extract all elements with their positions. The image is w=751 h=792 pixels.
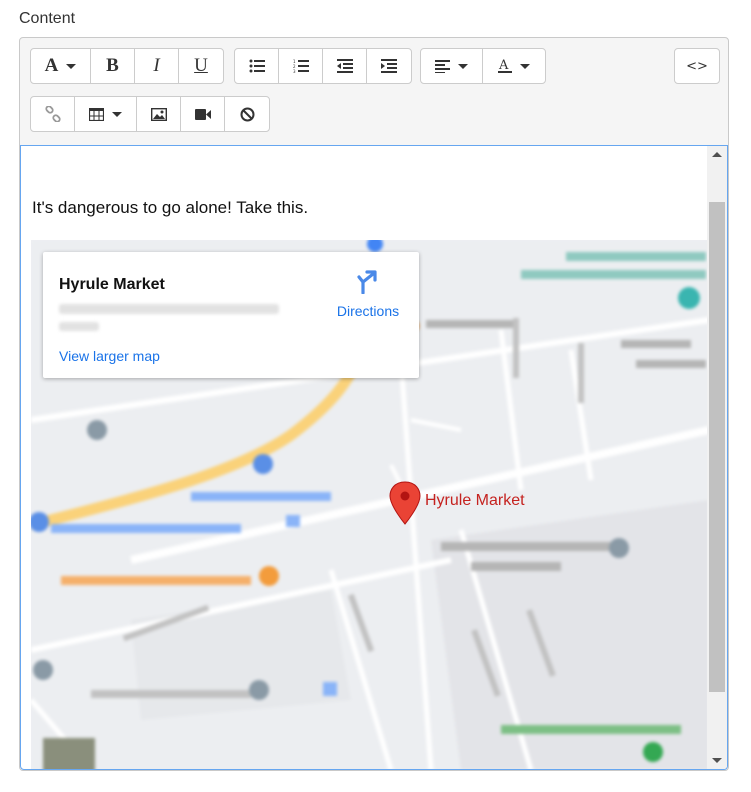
- outdent-button[interactable]: [323, 49, 367, 83]
- insert-group: [30, 96, 270, 132]
- table-dropdown[interactable]: [75, 97, 137, 131]
- italic-button[interactable]: I: [135, 49, 179, 83]
- svg-text:3: 3: [293, 69, 296, 74]
- scroll-down-icon[interactable]: [712, 758, 722, 763]
- editor-content-area[interactable]: It's dangerous to go alone! Take this. H…: [20, 145, 728, 770]
- embedded-map[interactable]: Hyrule Market Hyrule Market View larger …: [31, 240, 709, 769]
- unordered-list-button[interactable]: [235, 49, 279, 83]
- image-icon: [150, 107, 167, 121]
- editor-toolbar: A B I U 123 A <>: [20, 38, 728, 145]
- rich-text-editor: A B I U 123 A <> It's dangerous to go al…: [19, 37, 729, 771]
- content-paragraph: It's dangerous to go alone! Take this.: [32, 198, 309, 217]
- text-style-group: A B I U: [30, 48, 224, 84]
- directions-button[interactable]: Directions: [323, 268, 413, 319]
- block-icon: [240, 107, 254, 121]
- insert-video-button[interactable]: [181, 97, 225, 131]
- code-view-group: <>: [674, 48, 720, 84]
- ordered-list-button[interactable]: 123: [279, 49, 323, 83]
- scroll-up-icon[interactable]: [712, 152, 722, 157]
- font-color-icon: A: [498, 58, 512, 73]
- directions-label: Directions: [336, 303, 400, 319]
- scroll-thumb[interactable]: [709, 202, 725, 692]
- indent-icon: [381, 59, 397, 73]
- chevron-down-icon: [112, 111, 122, 117]
- font-color-dropdown[interactable]: A: [483, 49, 545, 83]
- link-icon: [44, 106, 61, 122]
- underline-button[interactable]: U: [179, 49, 223, 83]
- map-marker-label: Hyrule Market: [425, 492, 525, 509]
- svg-text:A: A: [498, 58, 509, 73]
- map-place-title: Hyrule Market: [59, 276, 165, 293]
- map-place-address-line2: [59, 322, 99, 331]
- align-left-icon: [435, 59, 450, 73]
- video-camera-icon: [194, 108, 211, 120]
- bold-button[interactable]: B: [91, 49, 135, 83]
- list-indent-group: 123: [234, 48, 412, 84]
- bullet-list-icon: [249, 59, 265, 73]
- view-larger-map-link[interactable]: View larger map: [59, 348, 160, 364]
- align-dropdown[interactable]: [421, 49, 483, 83]
- font-style-label: A: [44, 55, 59, 76]
- chevron-down-icon: [458, 63, 468, 69]
- link-button[interactable]: [31, 97, 75, 131]
- chevron-down-icon: [520, 63, 530, 69]
- content-scrollbar[interactable]: [707, 146, 727, 769]
- table-icon: [89, 107, 104, 121]
- outdent-icon: [336, 59, 353, 73]
- content-field-label: Content: [19, 10, 76, 27]
- directions-icon: [357, 270, 377, 295]
- align-color-group: A: [420, 48, 546, 84]
- numbered-list-icon: 123: [293, 59, 309, 74]
- indent-button[interactable]: [367, 49, 411, 83]
- map-info-card: Hyrule Market View larger map Directions: [43, 252, 419, 378]
- map-place-address: [59, 304, 279, 314]
- clear-format-button[interactable]: [225, 97, 269, 131]
- code-view-button[interactable]: <>: [675, 49, 719, 83]
- chevron-down-icon: [66, 63, 77, 69]
- insert-image-button[interactable]: [137, 97, 181, 131]
- font-style-dropdown[interactable]: A: [31, 49, 91, 83]
